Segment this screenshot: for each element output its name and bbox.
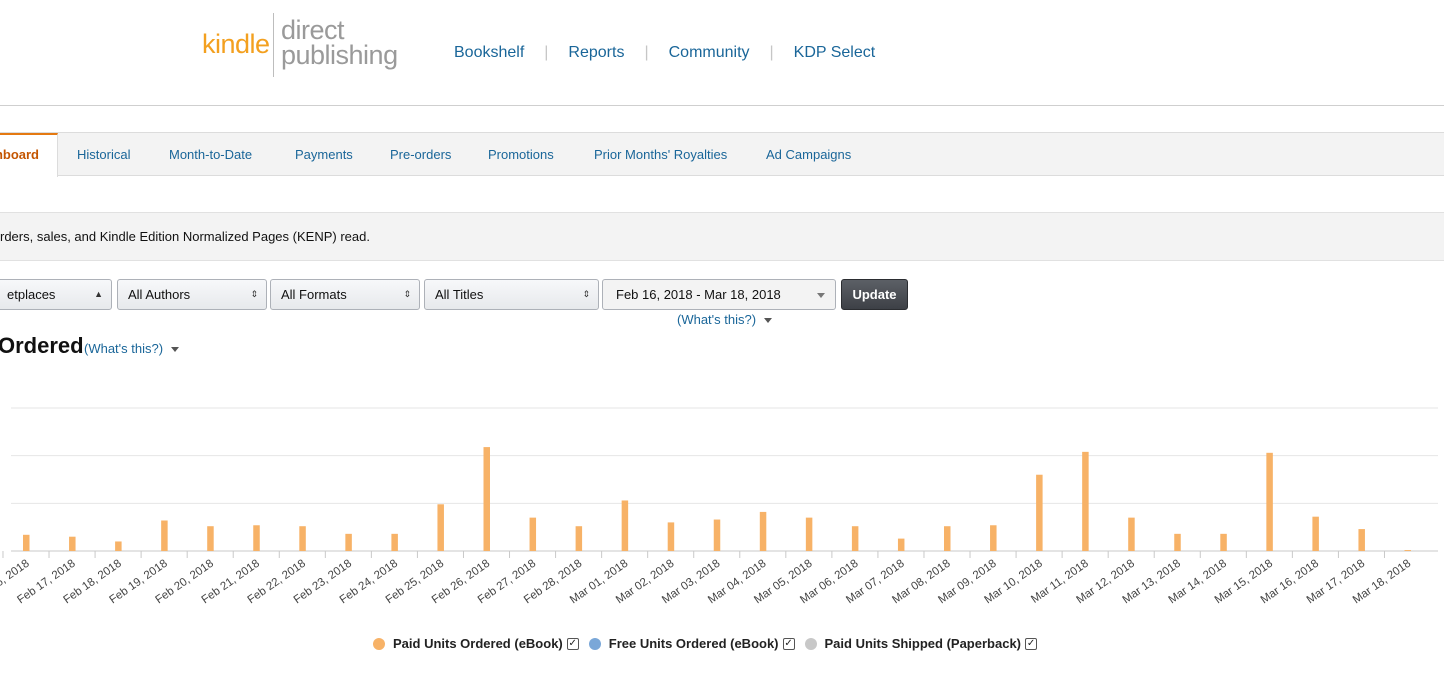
- nav-community[interactable]: Community: [669, 44, 750, 62]
- date-range-value: Feb 16, 2018 - Mar 18, 2018: [616, 287, 781, 302]
- bar-paid[interactable]: [1358, 529, 1365, 551]
- logo-kindle-text: kindle: [202, 29, 270, 59]
- bar-paid[interactable]: [575, 526, 583, 551]
- nav-reports[interactable]: Reports: [568, 44, 624, 62]
- marketplace-select[interactable]: etplaces ▲: [0, 279, 112, 310]
- nav-separator: |: [544, 44, 549, 61]
- units-ordered-chart: Feb 16, 2018Feb 17, 2018Feb 18, 2018Feb …: [0, 407, 1438, 606]
- date-range-select[interactable]: Feb 16, 2018 - Mar 18, 2018: [602, 279, 836, 310]
- bar-paid[interactable]: [713, 519, 721, 551]
- bar-paid[interactable]: [345, 533, 352, 551]
- bar-paid[interactable]: [667, 522, 675, 551]
- tab-dashboard[interactable]: hboard: [0, 133, 58, 177]
- select-arrows-icon: ⇕: [582, 289, 590, 299]
- bar-paid[interactable]: [1082, 451, 1089, 551]
- section-title: Ordered: [0, 333, 84, 358]
- date-whats-this-link[interactable]: (What's this?): [677, 312, 773, 327]
- whats-this-text: (What's this?): [84, 341, 164, 356]
- legend-paperback[interactable]: Paid Units Shipped (Paperback) ✓: [804, 636, 1038, 651]
- bar-paid[interactable]: [391, 533, 398, 551]
- whats-this-text: (What's this?): [677, 312, 757, 327]
- tab-month-to-date[interactable]: Month-to-Date: [169, 133, 252, 176]
- tab-historical[interactable]: Historical: [77, 133, 130, 176]
- units-whats-this-link[interactable]: (What's this?): [84, 341, 180, 356]
- bar-paid[interactable]: [69, 536, 76, 551]
- author-select-value: All Authors: [128, 287, 191, 302]
- bar-paid[interactable]: [1174, 533, 1181, 551]
- legend-paid-dot-icon: [373, 637, 385, 650]
- nav-kdp-select[interactable]: KDP Select: [794, 44, 876, 62]
- bar-paid[interactable]: [299, 526, 306, 551]
- chart-legend: Paid Units Ordered (eBook) ✓ Free Units …: [373, 636, 1047, 651]
- info-text: rders, sales, and Kindle Edition Normali…: [0, 229, 370, 244]
- bar-paid[interactable]: [1266, 452, 1273, 551]
- bar-paid[interactable]: [944, 526, 951, 551]
- nav-bookshelf[interactable]: Bookshelf: [454, 44, 524, 62]
- legend-free-checkbox[interactable]: ✓: [782, 637, 795, 650]
- logo-publishing-text: publishing: [281, 40, 398, 70]
- marketplace-select-value: etplaces: [7, 287, 56, 302]
- caret-down-icon: [171, 347, 180, 353]
- select-arrows-icon: ⇕: [250, 289, 258, 299]
- legend-paid-ebook[interactable]: Paid Units Ordered (eBook) ✓: [373, 636, 579, 651]
- legend-free-ebook[interactable]: Free Units Ordered (eBook) ✓: [588, 636, 795, 651]
- bar-paid[interactable]: [759, 511, 767, 551]
- format-select[interactable]: All Formats ⇕: [270, 279, 420, 310]
- title-select[interactable]: All Titles ⇕: [424, 279, 599, 310]
- bar-paid[interactable]: [1312, 516, 1319, 551]
- top-nav: Bookshelf | Reports | Community | KDP Se…: [454, 44, 875, 62]
- bar-paid[interactable]: [161, 520, 168, 551]
- tab-pre-orders[interactable]: Pre-orders: [390, 133, 451, 176]
- bar-paid[interactable]: [1404, 550, 1412, 551]
- title-select-value: All Titles: [435, 287, 484, 302]
- tab-payments[interactable]: Payments: [295, 133, 353, 176]
- header: kindle direct publishing Bookshelf | Rep…: [0, 0, 1444, 106]
- author-select[interactable]: All Authors ⇕: [117, 279, 267, 310]
- bar-paid[interactable]: [851, 526, 859, 551]
- bar-paid[interactable]: [897, 538, 905, 551]
- legend-free-dot-icon: [588, 637, 601, 650]
- select-arrows-icon: ▲: [94, 289, 103, 299]
- tab-promotions[interactable]: Promotions: [488, 133, 554, 176]
- format-select-value: All Formats: [281, 287, 347, 302]
- tab-prior-months-royalties[interactable]: Prior Months' Royalties: [594, 133, 727, 176]
- select-arrows-icon: ⇕: [403, 289, 411, 299]
- bar-paid[interactable]: [23, 534, 30, 551]
- bar-paid[interactable]: [483, 447, 491, 551]
- bar-paid[interactable]: [207, 526, 214, 551]
- bar-paid[interactable]: [990, 525, 997, 551]
- bar-paid[interactable]: [253, 525, 260, 551]
- bar-paid[interactable]: [621, 500, 629, 551]
- bar-paid[interactable]: [1220, 533, 1227, 551]
- caret-down-icon: [764, 318, 773, 324]
- bar-paid[interactable]: [437, 504, 444, 551]
- chevron-down-icon: [817, 293, 825, 298]
- tab-ad-campaigns[interactable]: Ad Campaigns: [766, 133, 851, 176]
- legend-paperback-dot-icon: [804, 637, 817, 650]
- bar-paid[interactable]: [805, 517, 813, 551]
- bar-paid[interactable]: [1036, 474, 1043, 551]
- bar-paid[interactable]: [1128, 517, 1135, 551]
- bar-paid[interactable]: [529, 517, 537, 551]
- nav-separator: |: [769, 44, 774, 61]
- legend-free-label: Free Units Ordered (eBook): [608, 636, 779, 651]
- update-button[interactable]: Update: [841, 279, 908, 310]
- info-banner: rders, sales, and Kindle Edition Normali…: [0, 212, 1444, 261]
- legend-paperback-label: Paid Units Shipped (Paperback): [824, 636, 1022, 651]
- bar-paid[interactable]: [115, 541, 122, 551]
- legend-paid-checkbox[interactable]: ✓: [566, 637, 579, 650]
- legend-paid-label: Paid Units Ordered (eBook): [393, 636, 563, 651]
- report-tabs: hboard Historical Month-to-Date Payments…: [0, 132, 1444, 177]
- legend-paperback-checkbox[interactable]: ✓: [1025, 637, 1038, 650]
- nav-separator: |: [644, 44, 649, 61]
- logo-divider: [273, 13, 274, 77]
